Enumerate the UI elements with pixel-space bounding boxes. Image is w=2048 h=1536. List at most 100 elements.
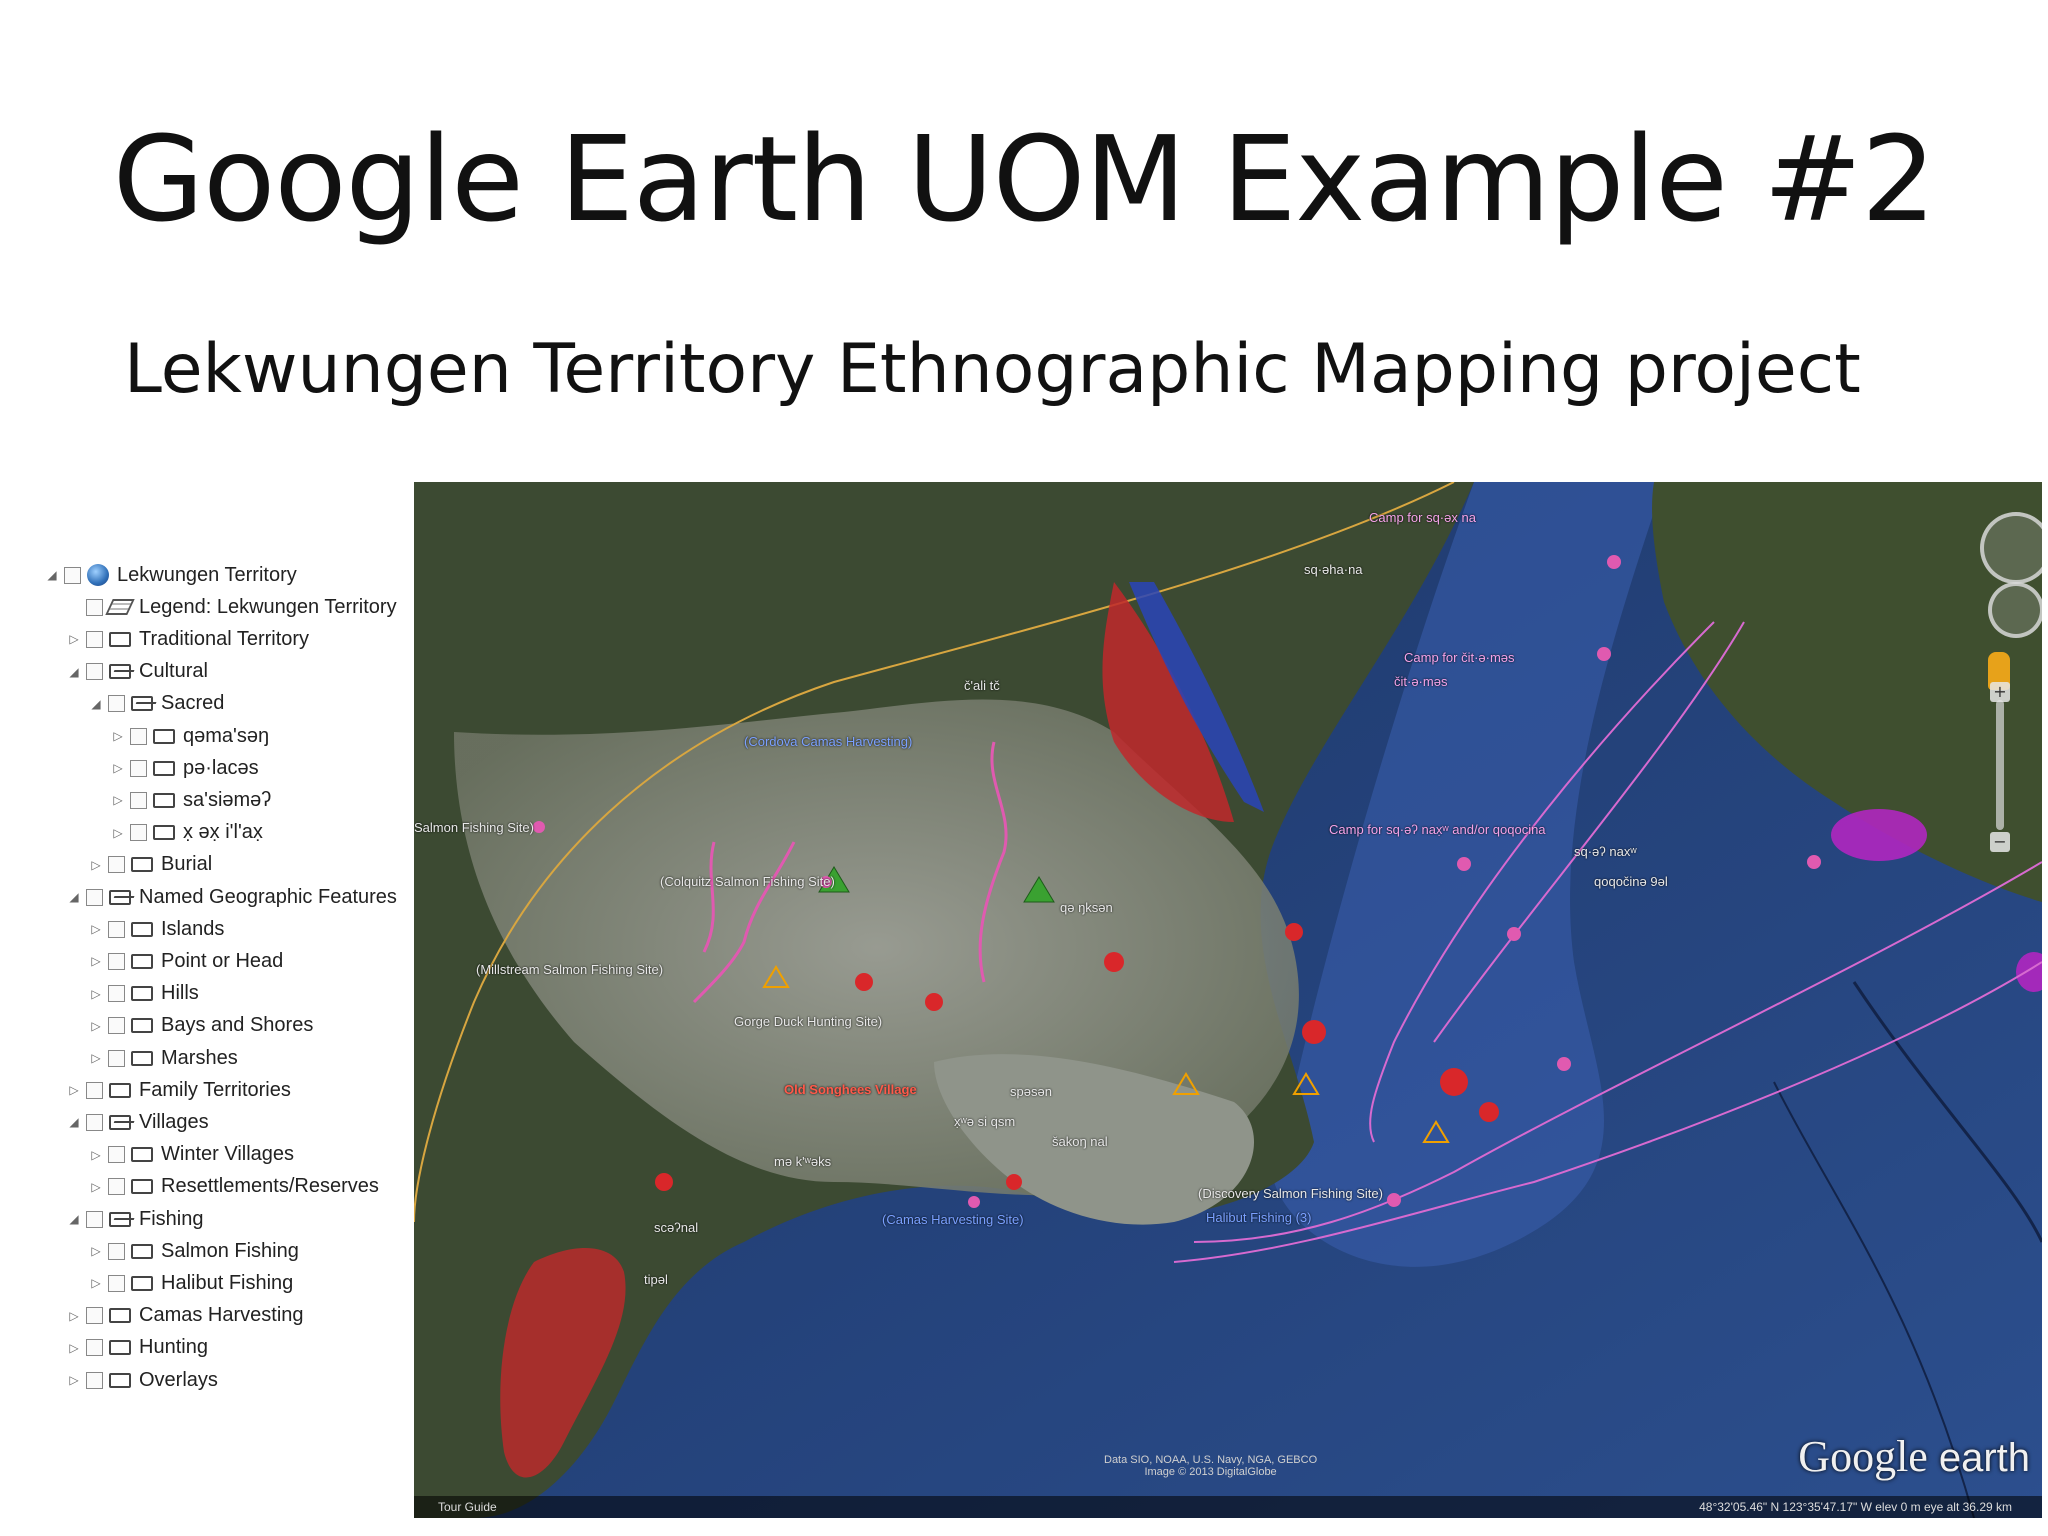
- layer-checkbox[interactable]: [108, 985, 125, 1003]
- layer-checkbox[interactable]: [86, 1339, 103, 1357]
- tree-item[interactable]: ◢ Sacred: [88, 689, 224, 719]
- map-label[interactable]: spəsən: [1010, 1084, 1052, 1099]
- layer-checkbox[interactable]: [108, 1274, 125, 1292]
- layer-checkbox[interactable]: [108, 952, 125, 970]
- collapsed-arrow-icon[interactable]: ▷: [66, 1340, 82, 1356]
- collapsed-arrow-icon[interactable]: ▷: [66, 1082, 82, 1098]
- collapsed-arrow-icon[interactable]: [66, 599, 82, 615]
- zoom-out-button[interactable]: −: [1990, 832, 2010, 852]
- layer-checkbox[interactable]: [86, 1210, 103, 1228]
- layer-checkbox[interactable]: [108, 695, 125, 713]
- expanded-arrow-icon[interactable]: ◢: [66, 889, 82, 905]
- look-navigation-control[interactable]: [1980, 512, 2042, 584]
- layer-checkbox[interactable]: [108, 1049, 125, 1067]
- map-label[interactable]: mə k'ʷəks: [774, 1154, 831, 1169]
- collapsed-arrow-icon[interactable]: ▷: [66, 1308, 82, 1324]
- map-label[interactable]: (Millstream Salmon Fishing Site): [476, 962, 663, 977]
- collapsed-arrow-icon[interactable]: ▷: [88, 986, 104, 1002]
- layer-checkbox[interactable]: [86, 663, 103, 681]
- tree-item[interactable]: ▷ Resettlements/Reserves: [88, 1172, 379, 1202]
- map-label[interactable]: Camp for čit·ə·məs: [1404, 650, 1515, 665]
- tree-item[interactable]: ▷ Hunting: [66, 1333, 208, 1363]
- map-label[interactable]: šakoŋ nal: [1052, 1134, 1108, 1149]
- tree-item[interactable]: Legend: Lekwungen Territory: [66, 592, 397, 622]
- tree-item[interactable]: ▷ x̣ əx̣ i'l'ax̣: [110, 818, 263, 848]
- google-earth-map[interactable]: Camp for sq·əx na sq·əha·na Camp for čit…: [414, 482, 2042, 1518]
- expanded-arrow-icon[interactable]: ◢: [66, 664, 82, 680]
- map-label[interactable]: Camp for sq·əx na: [1369, 510, 1476, 525]
- collapsed-arrow-icon[interactable]: ▷: [66, 631, 82, 647]
- map-label[interactable]: qə ŋksən: [1060, 900, 1113, 915]
- collapsed-arrow-icon[interactable]: ▷: [88, 1147, 104, 1163]
- layer-checkbox[interactable]: [108, 1017, 125, 1035]
- collapsed-arrow-icon[interactable]: ▷: [88, 1243, 104, 1259]
- map-label[interactable]: (Discovery Salmon Fishing Site): [1198, 1186, 1383, 1201]
- map-label[interactable]: Halibut Fishing (3): [1206, 1210, 1312, 1225]
- map-label[interactable]: čit·ə·məs: [1394, 674, 1447, 689]
- map-label[interactable]: qoqočinə 9əl: [1594, 874, 1668, 889]
- layer-checkbox[interactable]: [108, 856, 125, 874]
- tree-item[interactable]: ▷ Bays and Shores: [88, 1011, 313, 1041]
- collapsed-arrow-icon[interactable]: ▷: [66, 1372, 82, 1388]
- layer-checkbox[interactable]: [130, 791, 147, 809]
- tree-item[interactable]: ▷ Halibut Fishing: [88, 1268, 293, 1298]
- layer-checkbox[interactable]: [86, 1371, 103, 1389]
- map-label[interactable]: (Cordova Camas Harvesting): [744, 734, 912, 749]
- tree-item[interactable]: ▷ Winter Villages: [88, 1140, 294, 1170]
- tree-item[interactable]: ◢ Lekwungen Territory: [44, 560, 297, 590]
- tree-item[interactable]: ▷ sa'siəməʔ: [110, 785, 271, 815]
- expanded-arrow-icon[interactable]: ◢: [66, 1211, 82, 1227]
- tree-item[interactable]: ▷ qəma'səŋ: [110, 721, 269, 751]
- collapsed-arrow-icon[interactable]: ▷: [110, 728, 126, 744]
- expanded-arrow-icon[interactable]: ◢: [44, 567, 60, 583]
- tree-item[interactable]: ▷ Burial: [88, 850, 212, 880]
- map-label[interactable]: Salmon Fishing Site): [414, 820, 534, 835]
- layer-checkbox[interactable]: [86, 630, 103, 648]
- tree-item[interactable]: ▷ pə·lacəs: [110, 753, 258, 783]
- tree-item[interactable]: ▷ Point or Head: [88, 946, 283, 976]
- tour-guide-button[interactable]: Tour Guide: [438, 1500, 497, 1514]
- map-label[interactable]: x̣ʷə si qsm: [954, 1114, 1015, 1129]
- collapsed-arrow-icon[interactable]: ▷: [110, 792, 126, 808]
- layer-checkbox[interactable]: [64, 566, 81, 584]
- layer-checkbox[interactable]: [108, 920, 125, 938]
- zoom-in-button[interactable]: +: [1990, 682, 2010, 702]
- layer-checkbox[interactable]: [86, 1307, 103, 1325]
- map-label[interactable]: (Camas Harvesting Site): [882, 1212, 1024, 1227]
- collapsed-arrow-icon[interactable]: ▷: [88, 1179, 104, 1195]
- map-label[interactable]: sq·əha·na: [1304, 562, 1363, 577]
- map-label[interactable]: tipəl: [644, 1272, 668, 1287]
- tree-item[interactable]: ◢ Villages: [66, 1107, 208, 1137]
- tree-item[interactable]: ▷ Salmon Fishing: [88, 1236, 298, 1266]
- collapsed-arrow-icon[interactable]: ▷: [88, 1050, 104, 1066]
- move-navigation-control[interactable]: [1988, 582, 2042, 638]
- tree-item[interactable]: ▷ Camas Harvesting: [66, 1301, 303, 1331]
- tree-item[interactable]: ▷ Traditional Territory: [66, 624, 309, 654]
- layer-checkbox[interactable]: [108, 1242, 125, 1260]
- tree-item[interactable]: ◢ Named Geographic Features: [66, 882, 397, 912]
- layer-checkbox[interactable]: [130, 824, 147, 842]
- map-label[interactable]: scəʔnal: [654, 1220, 698, 1235]
- map-label[interactable]: č'ali tč: [964, 678, 1000, 693]
- collapsed-arrow-icon[interactable]: ▷: [88, 1275, 104, 1291]
- layer-checkbox[interactable]: [86, 888, 103, 906]
- tree-item[interactable]: ▷ Overlays: [66, 1365, 218, 1395]
- expanded-arrow-icon[interactable]: ◢: [66, 1114, 82, 1130]
- tree-item[interactable]: ▷ Family Territories: [66, 1075, 291, 1105]
- layer-checkbox[interactable]: [108, 1178, 125, 1196]
- layer-checkbox[interactable]: [108, 1146, 125, 1164]
- map-label[interactable]: Camp for sq·əʔ nax̣ʷ and/or qoqocina: [1329, 822, 1546, 837]
- map-label[interactable]: Gorge Duck Hunting Site): [734, 1014, 882, 1029]
- expanded-arrow-icon[interactable]: ◢: [88, 696, 104, 712]
- layer-checkbox[interactable]: [86, 1113, 103, 1131]
- layer-checkbox[interactable]: [86, 598, 103, 616]
- tree-item[interactable]: ▷ Hills: [88, 979, 198, 1009]
- collapsed-arrow-icon[interactable]: ▷: [110, 825, 126, 841]
- collapsed-arrow-icon[interactable]: ▷: [88, 953, 104, 969]
- tree-item[interactable]: ▷ Marshes: [88, 1043, 237, 1073]
- tree-item[interactable]: ◢ Fishing: [66, 1204, 203, 1234]
- layer-checkbox[interactable]: [130, 727, 147, 745]
- collapsed-arrow-icon[interactable]: ▷: [88, 921, 104, 937]
- layer-checkbox[interactable]: [86, 1081, 103, 1099]
- tree-item[interactable]: ▷ Islands: [88, 914, 224, 944]
